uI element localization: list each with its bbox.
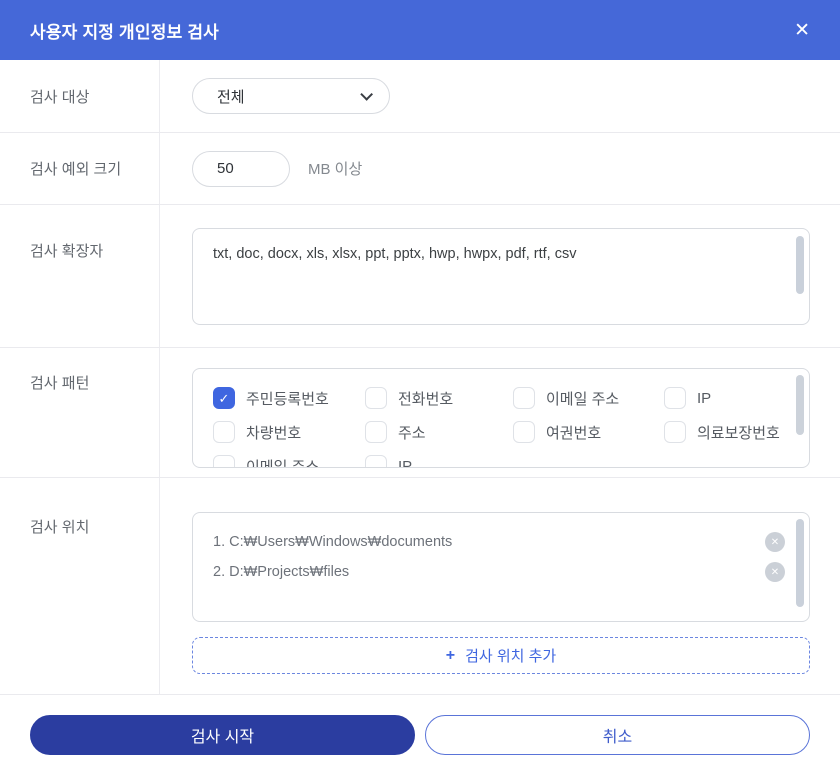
checkbox-icon: ✓ [213, 455, 235, 468]
checkbox-icon: ✓ [365, 455, 387, 468]
exception-size-suffix: MB 이상 [308, 158, 362, 179]
check-icon: ✓ [219, 392, 230, 405]
pattern-checkbox-email[interactable]: ✓ 이메일 주소 [513, 381, 664, 415]
pattern-checkbox-passport-number[interactable]: ✓ 여권번호 [513, 415, 664, 449]
extensions-scrollbar[interactable] [796, 236, 804, 294]
remove-location-icon[interactable]: ✕ [765, 562, 785, 582]
chevron-down-icon [360, 88, 373, 101]
remove-location-icon[interactable]: ✕ [765, 532, 785, 552]
extensions-textarea[interactable]: txt, doc, docx, xls, xlsx, ppt, pptx, hw… [193, 229, 809, 324]
pattern-checkbox-resident-number[interactable]: ✓ 주민등록번호 [213, 381, 365, 415]
checkbox-icon: ✓ [365, 387, 387, 409]
row-patterns: 검사 패턴 ✓ 주민등록번호 ✓ 전화번호 ✓ 이메일 주소 [0, 348, 840, 478]
checkbox-icon: ✓ [213, 387, 235, 409]
row-exception-size: 검사 예외 크기 MB 이상 [0, 133, 840, 205]
row-scan-target: 검사 대상 전체 [0, 60, 840, 133]
scan-target-label: 검사 대상 [0, 60, 160, 132]
location-path: 1. C:₩Users₩Windows₩documents [213, 534, 452, 550]
exception-size-label: 검사 예외 크기 [0, 133, 160, 204]
location-list-item: 1. C:₩Users₩Windows₩documents ✕ [193, 527, 809, 557]
location-list-item: 2. D:₩Projects₩files ✕ [193, 557, 809, 587]
close-icon[interactable]: ✕ [790, 17, 814, 44]
patterns-grid: ✓ 주민등록번호 ✓ 전화번호 ✓ 이메일 주소 ✓ IP [213, 381, 789, 468]
checkbox-icon: ✓ [513, 421, 535, 443]
extensions-label: 검사 확장자 [0, 205, 160, 347]
add-location-button[interactable]: + 검사 위치 추가 [192, 637, 810, 674]
dialog-header: 사용자 지정 개인정보 검사 ✕ [0, 0, 840, 60]
pattern-checkbox-ip-2[interactable]: ✓ IP [365, 449, 513, 468]
locations-label: 검사 위치 [0, 478, 160, 694]
pattern-checkbox-vehicle-number[interactable]: ✓ 차량번호 [213, 415, 365, 449]
scan-target-dropdown[interactable]: 전체 [192, 78, 390, 114]
pattern-checkbox-email-2[interactable]: ✓ 이메일 주소 [213, 449, 365, 468]
location-path: 2. D:₩Projects₩files [213, 564, 349, 580]
add-location-label: 검사 위치 추가 [465, 645, 556, 666]
patterns-label: 검사 패턴 [0, 348, 160, 477]
cancel-button[interactable]: 취소 [425, 715, 810, 755]
pattern-checkbox-address[interactable]: ✓ 주소 [365, 415, 513, 449]
checkbox-icon: ✓ [365, 421, 387, 443]
start-scan-button[interactable]: 검사 시작 [30, 715, 415, 755]
row-locations: 검사 위치 1. C:₩Users₩Windows₩documents ✕ 2.… [0, 478, 840, 695]
checkbox-icon: ✓ [513, 387, 535, 409]
pattern-checkbox-phone-number[interactable]: ✓ 전화번호 [365, 381, 513, 415]
scan-target-value: 전체 [217, 86, 245, 107]
plus-icon: + [446, 647, 455, 665]
patterns-panel: ✓ 주민등록번호 ✓ 전화번호 ✓ 이메일 주소 ✓ IP [192, 368, 810, 468]
row-extensions: 검사 확장자 txt, doc, docx, xls, xlsx, ppt, p… [0, 205, 840, 348]
locations-panel: 1. C:₩Users₩Windows₩documents ✕ 2. D:₩Pr… [192, 512, 810, 622]
extensions-panel: txt, doc, docx, xls, xlsx, ppt, pptx, hw… [192, 228, 810, 325]
dialog-title: 사용자 지정 개인정보 검사 [30, 18, 219, 43]
pattern-checkbox-health-insurance-number[interactable]: ✓ 의료보장번호 [664, 415, 789, 449]
checkbox-icon: ✓ [213, 421, 235, 443]
dialog-footer: 검사 시작 취소 [0, 695, 840, 774]
checkbox-icon: ✓ [664, 421, 686, 443]
scan-settings-form: 검사 대상 전체 검사 예외 크기 MB 이상 검사 확장자 txt, doc,… [0, 60, 840, 695]
patterns-scrollbar[interactable] [796, 375, 804, 435]
pattern-checkbox-ip[interactable]: ✓ IP [664, 381, 789, 415]
locations-scrollbar[interactable] [796, 519, 804, 607]
checkbox-icon: ✓ [664, 387, 686, 409]
exception-size-input[interactable] [192, 151, 290, 187]
